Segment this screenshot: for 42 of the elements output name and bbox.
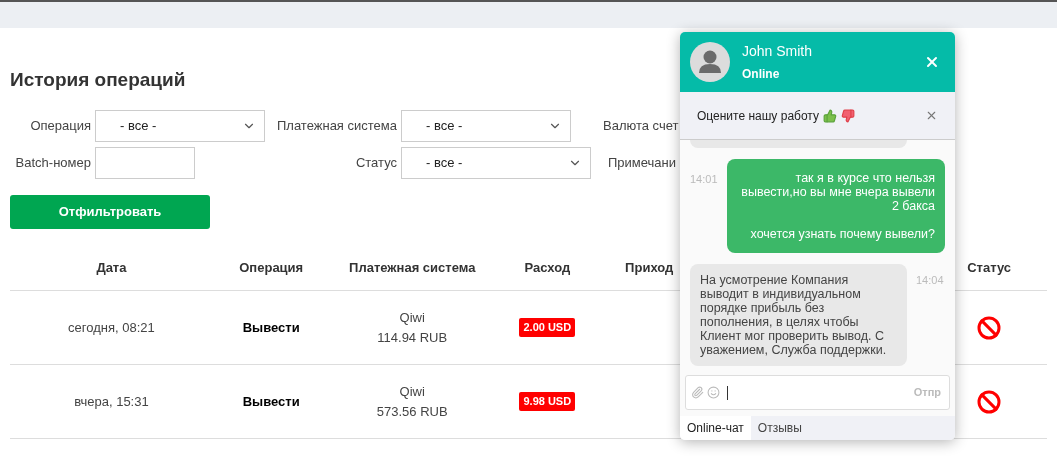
thumbs-down-icon[interactable] bbox=[840, 108, 855, 123]
table-cell-text: Вывести bbox=[242, 392, 300, 411]
agent-name: John Smith bbox=[742, 42, 814, 61]
table-cell-text: Qiwi bbox=[399, 382, 425, 401]
filter-label: Операция bbox=[30, 117, 91, 136]
filter-label: Batch-номер bbox=[15, 154, 91, 173]
amount-badge: 2.00 USD bbox=[519, 318, 576, 337]
column-header: Приход bbox=[625, 258, 674, 277]
agent-status: Online bbox=[742, 66, 781, 83]
filter-select[interactable]: - все - bbox=[401, 147, 591, 179]
message-time: 14:04 bbox=[916, 273, 944, 288]
smiley-icon[interactable] bbox=[707, 386, 720, 399]
table-cell-text: Вывести bbox=[242, 318, 300, 337]
batch-number-field[interactable] bbox=[95, 147, 195, 179]
filter-label: Платежная система bbox=[277, 117, 397, 136]
filter-label: Валюта счет bbox=[603, 117, 679, 136]
table-cell-text: вчера, 15:31 bbox=[74, 392, 149, 411]
rating-prompt: Оцените нашу работу bbox=[697, 107, 819, 125]
column-header: Платежная система bbox=[349, 258, 476, 277]
filter-label: Примечани bbox=[608, 154, 676, 173]
column-header: Статус bbox=[967, 258, 1011, 277]
table-cell-text: 573.56 RUB bbox=[376, 402, 448, 421]
column-header: Операция bbox=[239, 258, 304, 277]
amount-badge: 9.98 USD bbox=[519, 392, 576, 411]
column-header: Расход bbox=[524, 258, 571, 277]
filter-select[interactable]: - все - bbox=[401, 110, 571, 142]
chat-tab[interactable]: Online-чат bbox=[680, 416, 751, 440]
filter-select[interactable]: - все - bbox=[95, 110, 265, 142]
incoming-message: На усмотрение Компания выводит в индивидуальном порядке прибыль без пополнения, в целях чтобы Клиент мог проверить вывод. С уважением, Служба поддержки. bbox=[690, 264, 907, 366]
table-cell-text: сегодня, 08:21 bbox=[68, 318, 155, 337]
paperclip-icon[interactable] bbox=[691, 386, 704, 399]
close-icon[interactable] bbox=[924, 54, 940, 70]
close-icon[interactable] bbox=[925, 109, 938, 122]
table-cell-text: 114.94 RUB bbox=[377, 328, 448, 347]
avatar-icon bbox=[690, 42, 730, 82]
message-time: 14:01 bbox=[690, 172, 719, 187]
filter-label: Статус bbox=[355, 154, 397, 173]
outgoing-message: так я в курсе что нельзя вывести,но вы мне вчера вывели 2 бакса хочется узнать почему вывели? bbox=[727, 159, 945, 253]
column-header: Дата bbox=[96, 258, 127, 277]
thumbs-up-icon[interactable] bbox=[822, 108, 837, 123]
table-cell-text: Qiwi bbox=[399, 308, 425, 327]
page-title: История операций bbox=[10, 68, 186, 92]
